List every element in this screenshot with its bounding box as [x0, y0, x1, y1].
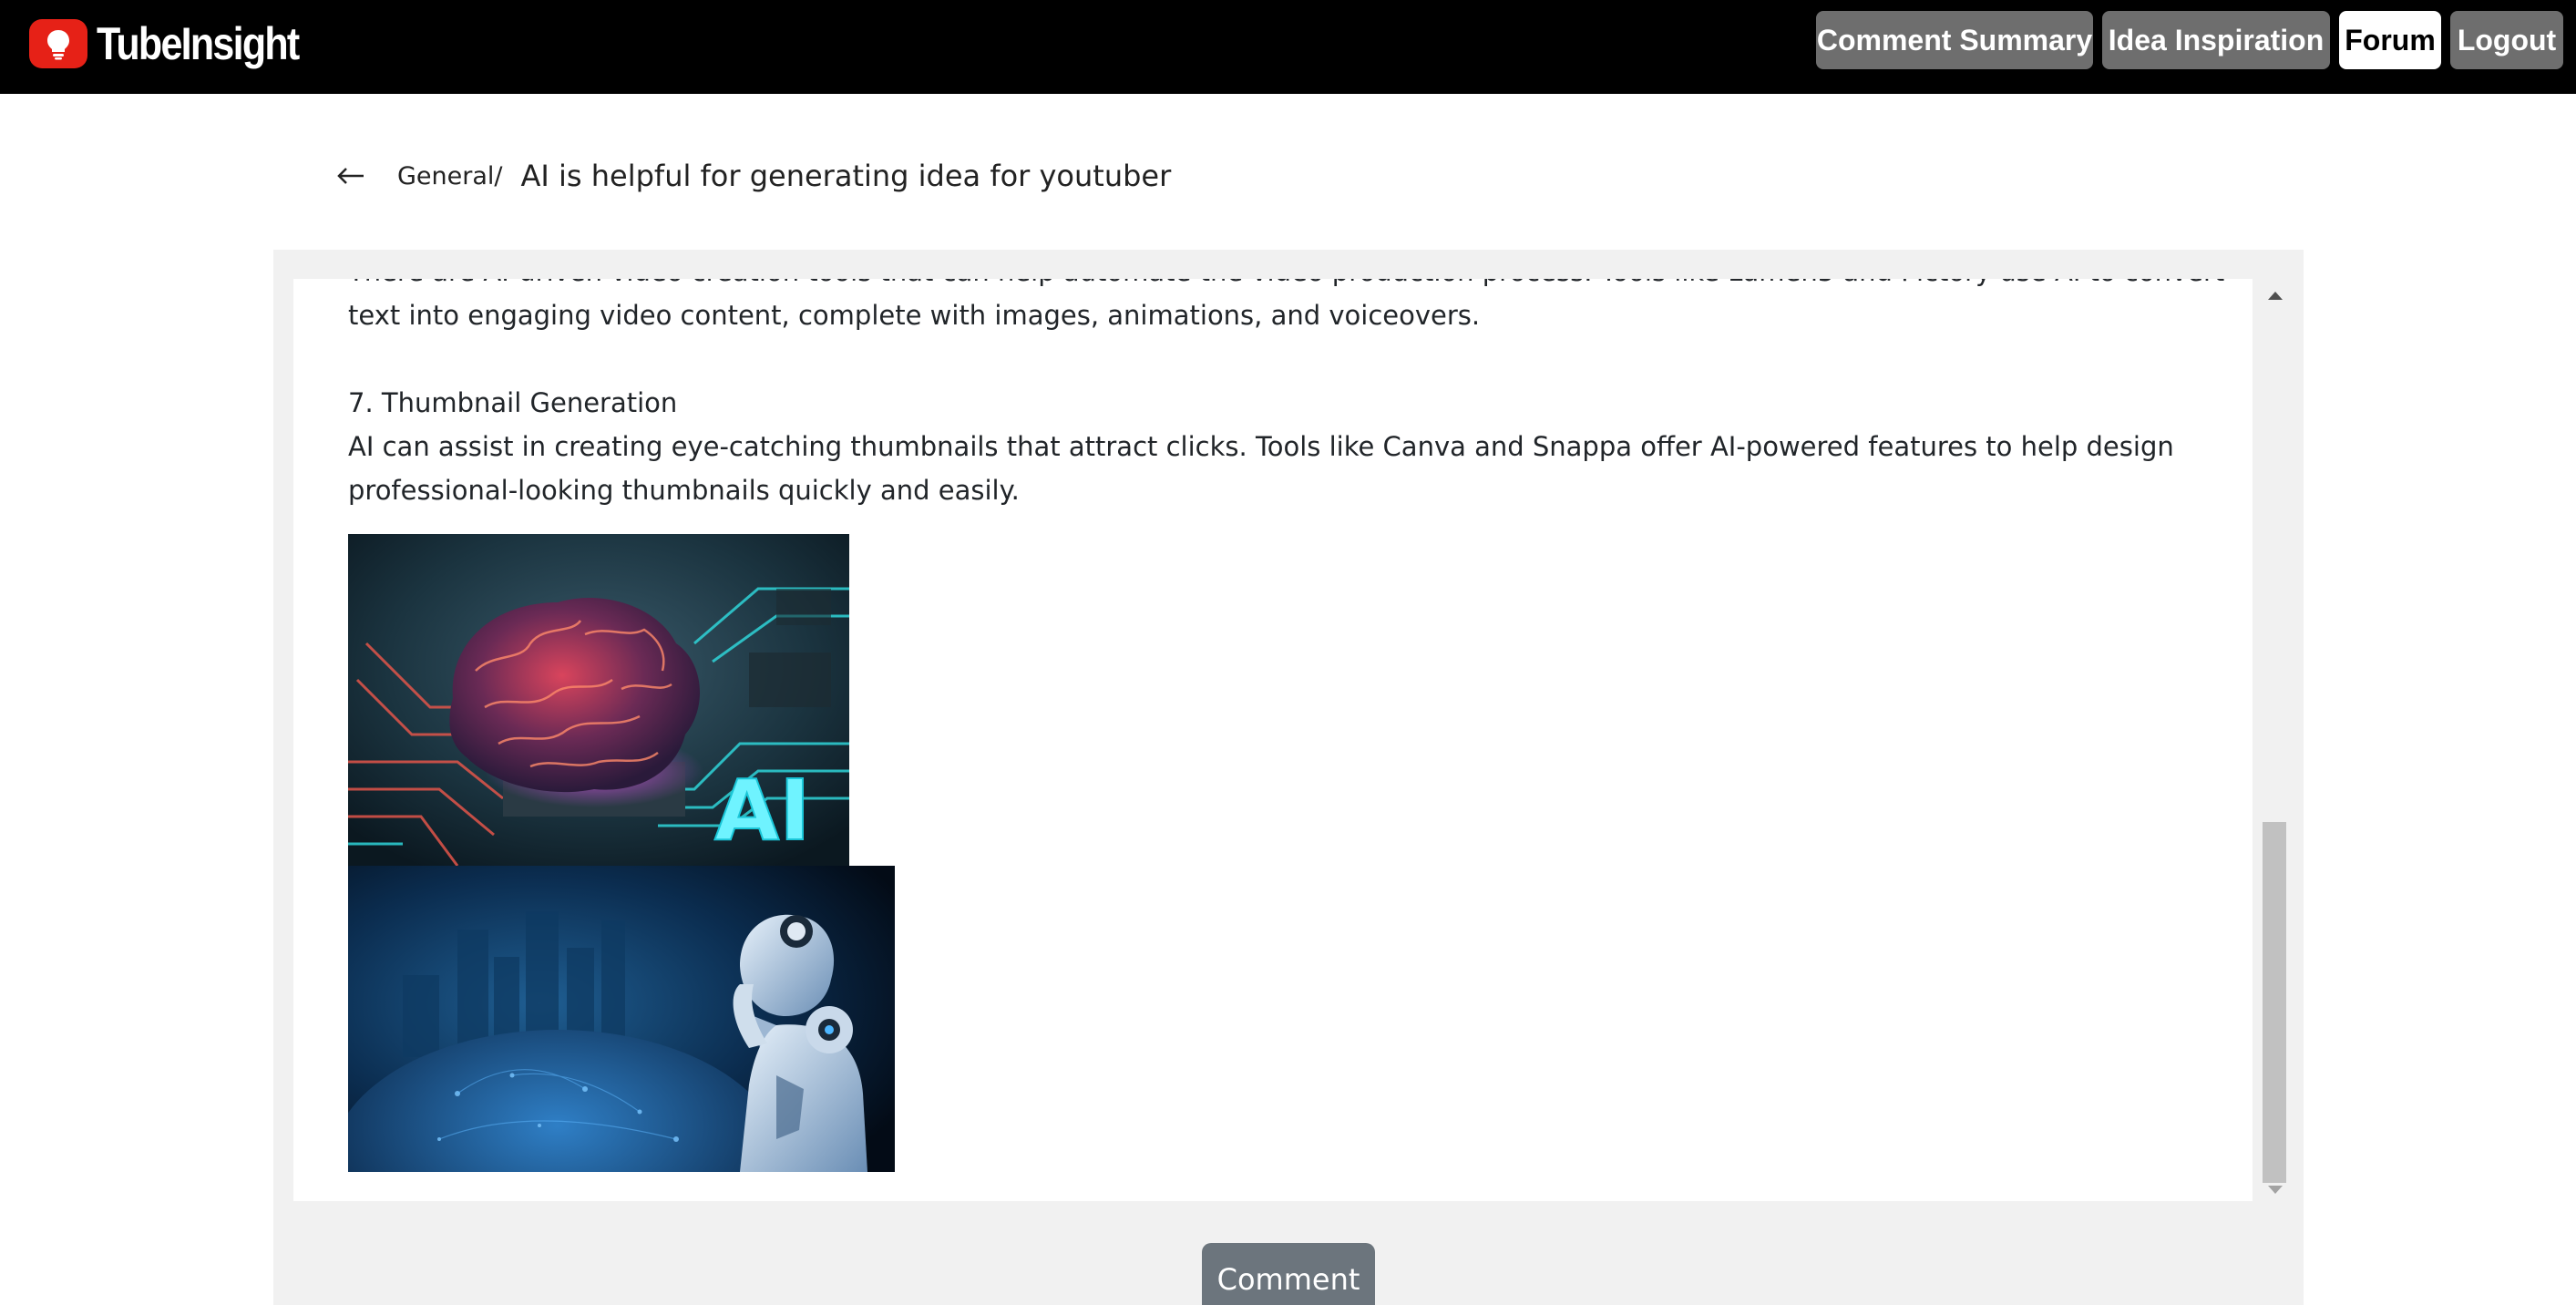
comment-button[interactable]: Comment: [1202, 1243, 1375, 1305]
scroll-up-arrow-icon[interactable]: [2268, 292, 2283, 300]
nav-forum-button[interactable]: Forum: [2339, 11, 2441, 69]
post-panel: There are AI-driven video creation tools…: [273, 250, 2304, 1305]
breadcrumb: General/ AI is helpful for generating id…: [335, 150, 1171, 201]
ai-text: AI: [714, 762, 810, 859]
app-name: TubeInsight: [97, 18, 300, 69]
ai-brain-image: AI: [348, 534, 849, 866]
scroll-down-arrow-icon[interactable]: [2268, 1186, 2283, 1194]
section-heading: 7. Thumbnail Generation: [348, 387, 678, 418]
scroll-thumb[interactable]: [2263, 822, 2286, 1183]
nav-comment-summary-button[interactable]: Comment Summary: [1816, 11, 2093, 69]
lightbulb-icon: [29, 19, 87, 68]
post-body: There are AI-driven video creation tools…: [348, 279, 2225, 1172]
nav-buttons: Comment Summary Idea Inspiration Forum L…: [1816, 11, 2563, 69]
breadcrumb-category[interactable]: General/: [397, 162, 503, 190]
post-paragraph: text into engaging video content, comple…: [348, 300, 1481, 331]
top-navbar: TubeInsight Comment Summary Idea Inspira…: [0, 0, 2576, 94]
ai-robot-image: [348, 866, 895, 1172]
section-body: AI can assist in creating eye-catching t…: [348, 431, 2174, 506]
nav-logout-button[interactable]: Logout: [2450, 11, 2563, 69]
post-content: There are AI-driven video creation tools…: [293, 279, 2253, 1201]
nav-idea-inspiration-button[interactable]: Idea Inspiration: [2102, 11, 2330, 69]
post-paragraph-cut: There are AI-driven video creation tools…: [348, 279, 2225, 293]
post-title: AI is helpful for generating idea for yo…: [520, 159, 1172, 193]
content-scrollbar[interactable]: [2260, 279, 2289, 1201]
brand[interactable]: TubeInsight: [29, 16, 332, 71]
arrow-left-icon[interactable]: [335, 160, 366, 191]
